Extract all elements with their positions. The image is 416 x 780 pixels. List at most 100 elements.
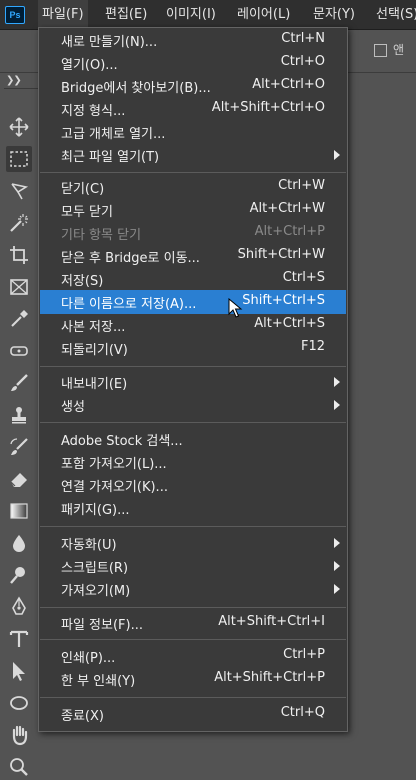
panel-collapse-icon[interactable]: ❯❯ — [6, 75, 22, 86]
magic-wand-icon[interactable] — [6, 210, 32, 236]
menu-image[interactable]: 이미지(I) — [162, 0, 220, 29]
submenu-arrow-icon — [334, 150, 340, 160]
menu-item-label: 가져오기(M) — [61, 584, 131, 599]
menu-item-label: 생성 — [61, 400, 85, 415]
menu-file[interactable]: 파일(F) — [38, 0, 88, 29]
menu-item-shortcut: Ctrl+P — [283, 647, 325, 662]
menu-item-label: Bridge에서 찾아보기(B)... — [61, 81, 211, 96]
menu-item-shortcut: Ctrl+Q — [280, 705, 325, 720]
menu-item-revert[interactable]: 되돌리기(V) F12 — [40, 336, 346, 360]
menu-item-label: 새로 만들기(N)... — [61, 35, 158, 50]
menu-item-print-one-copy[interactable]: 한 부 인쇄(Y) Alt+Shift+Ctrl+P — [40, 667, 346, 691]
gradient-icon[interactable] — [6, 498, 32, 524]
brush-icon[interactable] — [6, 370, 32, 396]
menu-layer[interactable]: 레이어(L) — [233, 0, 294, 29]
file-menu-dropdown: 새로 만들기(N)... Ctrl+N 열기(O)... Ctrl+O Brid… — [38, 27, 348, 732]
clone-stamp-icon[interactable] — [6, 402, 32, 428]
menu-item-label: 종료(X) — [61, 709, 104, 724]
menu-separator — [40, 172, 346, 173]
type-icon[interactable] — [6, 626, 32, 652]
menu-separator — [40, 366, 346, 367]
menu-item-save-a-copy[interactable]: 사본 저장... Alt+Ctrl+S — [40, 313, 346, 337]
menu-item-close[interactable]: 닫기(C) Ctrl+W — [40, 175, 346, 199]
frame-icon[interactable] — [6, 274, 32, 300]
healing-brush-icon[interactable] — [6, 338, 32, 364]
menu-item-shortcut: Shift+Ctrl+W — [237, 247, 325, 262]
menu-item-close-and-go-to-bridge[interactable]: 닫은 후 Bridge로 이동... Shift+Ctrl+W — [40, 244, 346, 268]
menu-item-label: 연결 가져오기(K)... — [61, 480, 168, 495]
menu-item-place-embedded[interactable]: 포함 가져오기(L)... — [40, 450, 346, 474]
menu-item-open-as[interactable]: 지정 형식... Alt+Shift+Ctrl+O — [40, 97, 346, 121]
menu-select[interactable]: 선택(S) — [372, 0, 416, 29]
menu-item-shortcut: Ctrl+S — [282, 270, 325, 285]
menu-item-place-linked[interactable]: 연결 가져오기(K)... — [40, 473, 346, 497]
pen-icon[interactable] — [6, 594, 32, 620]
menu-item-search-adobe-stock[interactable]: Adobe Stock 검색... — [40, 427, 346, 451]
lasso-icon[interactable] — [6, 178, 32, 204]
eyedropper-icon[interactable] — [6, 306, 32, 332]
menu-item-import[interactable]: 가져오기(M) — [40, 577, 346, 601]
menu-item-open-recent[interactable]: 최근 파일 열기(T) — [40, 143, 346, 167]
submenu-arrow-icon — [334, 377, 340, 387]
menu-item-shortcut: Ctrl+N — [281, 31, 325, 46]
menu-bar: Ps 파일(F) 편집(E) 이미지(I) 레이어(L) 문자(Y) 선택(S) — [0, 0, 416, 30]
menu-item-shortcut: Ctrl+O — [280, 54, 325, 69]
menu-item-label: 자동화(U) — [61, 538, 117, 553]
history-brush-icon[interactable] — [6, 434, 32, 460]
anti-alias-label: 앤 — [393, 43, 405, 57]
hand-icon[interactable] — [6, 722, 32, 748]
menu-item-automate[interactable]: 자동화(U) — [40, 531, 346, 555]
menu-item-generate[interactable]: 생성 — [40, 393, 346, 417]
menu-separator — [40, 526, 346, 527]
menu-item-label: 닫기(C) — [61, 182, 105, 197]
mouse-pointer-icon — [228, 298, 243, 318]
menu-item-shortcut: Alt+Ctrl+P — [254, 224, 325, 239]
menu-item-label: 사본 저장... — [61, 320, 126, 335]
dodge-icon[interactable] — [6, 562, 32, 588]
menu-item-label: Adobe Stock 검색... — [61, 434, 183, 449]
submenu-arrow-icon — [334, 584, 340, 594]
menu-item-label: 닫은 후 Bridge로 이동... — [61, 251, 200, 266]
eraser-icon[interactable] — [6, 466, 32, 492]
menu-item-file-info[interactable]: 파일 정보(F)... Alt+Shift+Ctrl+I — [40, 611, 346, 635]
menu-item-label: 열기(O)... — [61, 58, 118, 73]
menu-item-package[interactable]: 패키지(G)... — [40, 496, 346, 520]
menu-item-shortcut: Shift+Ctrl+S — [242, 293, 325, 308]
menu-item-shortcut: Alt+Ctrl+O — [252, 77, 325, 92]
menu-item-label: 모두 닫기 — [61, 205, 113, 220]
menu-item-open[interactable]: 열기(O)... Ctrl+O — [40, 51, 346, 75]
menu-item-scripts[interactable]: 스크립트(R) — [40, 554, 346, 578]
menu-item-label: 인쇄(P)... — [61, 651, 116, 666]
menu-edit[interactable]: 편집(E) — [101, 0, 151, 29]
anti-alias-checkbox[interactable] — [374, 44, 387, 57]
menu-item-export[interactable]: 내보내기(E) — [40, 370, 346, 394]
menu-item-label: 패키지(G)... — [61, 503, 130, 518]
menu-item-exit[interactable]: 종료(X) Ctrl+Q — [40, 702, 346, 726]
menu-item-browse-in-bridge[interactable]: Bridge에서 찾아보기(B)... Alt+Ctrl+O — [40, 74, 346, 98]
zoom-icon[interactable] — [6, 754, 32, 780]
submenu-arrow-icon — [334, 561, 340, 571]
menu-item-save[interactable]: 저장(S) Ctrl+S — [40, 267, 346, 291]
menu-item-close-all[interactable]: 모두 닫기 Alt+Ctrl+W — [40, 198, 346, 222]
ellipse-icon[interactable] — [6, 690, 32, 716]
menu-item-print[interactable]: 인쇄(P)... Ctrl+P — [40, 644, 346, 668]
rectangular-marquee-icon[interactable] — [6, 146, 32, 172]
submenu-arrow-icon — [334, 400, 340, 410]
menu-type[interactable]: 문자(Y) — [309, 0, 359, 29]
move-icon[interactable] — [6, 114, 32, 140]
path-selection-icon[interactable] — [6, 658, 32, 684]
menu-item-shortcut: Alt+Shift+Ctrl+P — [214, 670, 325, 685]
blur-icon[interactable] — [6, 530, 32, 556]
menu-item-label: 스크립트(R) — [61, 561, 129, 576]
menu-item-new[interactable]: 새로 만들기(N)... Ctrl+N — [40, 28, 346, 52]
menu-item-shortcut: Alt+Ctrl+W — [249, 201, 325, 216]
menu-item-open-as-smart-object[interactable]: 고급 개체로 열기... — [40, 120, 346, 144]
menu-item-label: 최근 파일 열기(T) — [61, 150, 160, 165]
menu-item-label: 파일 정보(F)... — [61, 618, 143, 633]
menu-item-shortcut: Alt+Shift+Ctrl+I — [218, 614, 325, 629]
crop-icon[interactable] — [6, 242, 32, 268]
menu-item-label: 포함 가져오기(L)... — [61, 457, 167, 472]
menu-item-label: 내보내기(E) — [61, 377, 128, 392]
menu-item-save-as[interactable]: 다른 이름으로 저장(A)... Shift+Ctrl+S — [40, 290, 346, 314]
menu-item-shortcut: Alt+Shift+Ctrl+O — [211, 100, 325, 115]
